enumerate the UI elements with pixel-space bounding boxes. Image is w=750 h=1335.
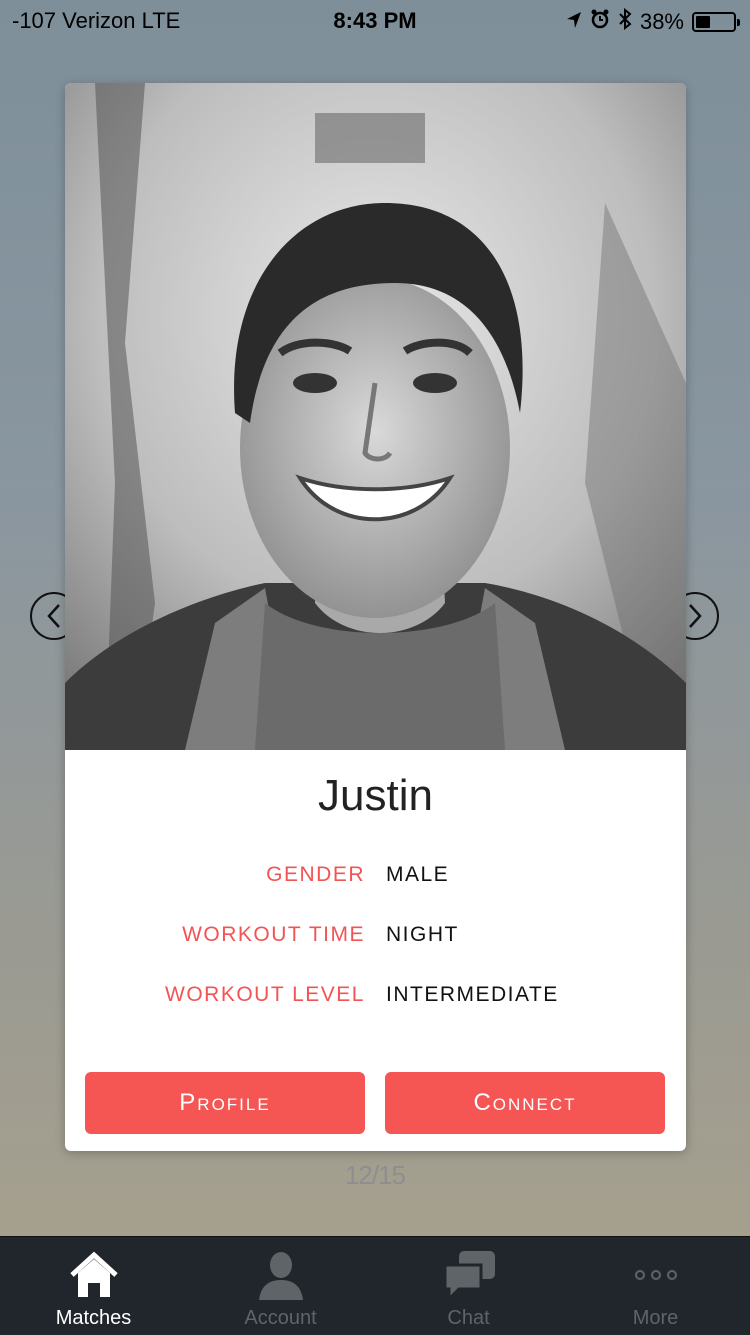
location-icon <box>566 9 582 35</box>
home-icon <box>0 1247 187 1303</box>
status-icons: 38% <box>566 7 740 36</box>
field-workout-level: WORKOUT LEVEL INTERMEDIATE <box>65 983 686 1013</box>
field-label: WORKOUT TIME <box>182 923 365 946</box>
tab-bar: Matches Account Chat More <box>0 1236 750 1335</box>
tab-label: Account <box>244 1307 317 1329</box>
tab-chat[interactable]: Chat <box>375 1237 562 1335</box>
field-value: MALE <box>386 863 450 886</box>
profile-button[interactable]: Profile <box>85 1072 365 1134</box>
person-icon <box>187 1247 374 1303</box>
profile-photo <box>65 83 686 750</box>
tab-label: Chat <box>447 1307 490 1329</box>
field-label: GENDER <box>266 863 365 886</box>
match-card: Justin GENDER MALE WORKOUT TIME NIGHT WO… <box>65 83 686 1151</box>
match-name: Justin <box>318 771 433 820</box>
field-value: NIGHT <box>386 923 459 946</box>
tab-more[interactable]: More <box>562 1237 749 1335</box>
connect-button[interactable]: Connect <box>385 1072 665 1134</box>
field-gender: GENDER MALE <box>65 863 686 893</box>
bluetooth-icon <box>618 7 632 36</box>
tab-matches[interactable]: Matches <box>0 1237 187 1335</box>
battery-fill <box>696 16 710 28</box>
profile-button-label: Profile <box>179 1089 271 1116</box>
tab-account[interactable]: Account <box>187 1237 374 1335</box>
tab-label: Matches <box>55 1307 132 1329</box>
chat-icon <box>375 1247 562 1303</box>
status-bar: -107 Verizon LTE 8:43 PM 38% <box>0 0 750 40</box>
field-label: WORKOUT LEVEL <box>165 983 365 1006</box>
battery-percent: 38% <box>639 9 684 34</box>
tab-label: More <box>632 1307 679 1329</box>
field-value: INTERMEDIATE <box>386 983 559 1006</box>
chevron-right-icon <box>689 604 702 628</box>
match-counter: 12/15 <box>344 1160 406 1190</box>
more-dots-icon <box>562 1247 749 1303</box>
field-workout-time: WORKOUT TIME NIGHT <box>65 923 686 953</box>
battery-icon <box>692 12 740 32</box>
chevron-left-icon <box>47 604 60 628</box>
alarm-icon <box>590 9 610 35</box>
connect-button-label: Connect <box>473 1089 577 1116</box>
